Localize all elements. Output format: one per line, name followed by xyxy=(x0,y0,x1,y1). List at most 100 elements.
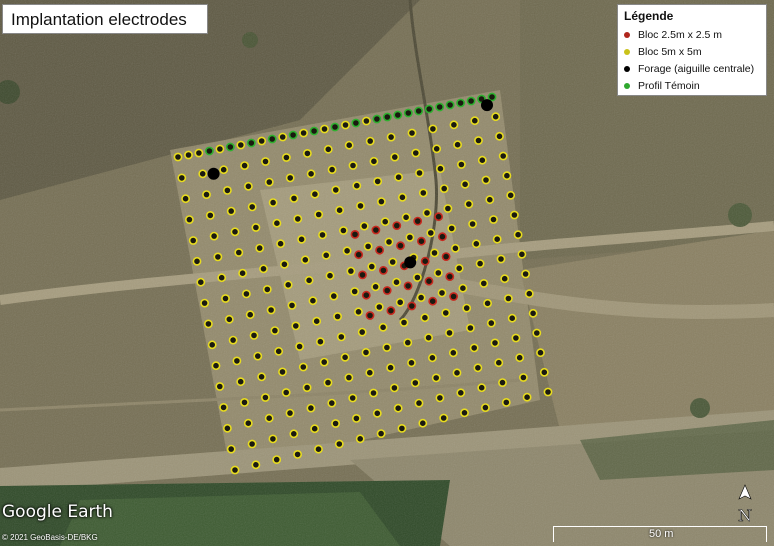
electrode-5m xyxy=(285,408,295,418)
electrode-profil-temoin xyxy=(278,132,288,142)
electrode-5m xyxy=(503,294,513,303)
electrode-5m xyxy=(458,283,468,293)
green-dot-icon xyxy=(624,82,630,89)
electrode-5m xyxy=(422,208,432,218)
electrode-5m xyxy=(270,326,280,335)
scale-bar-label: 50 m xyxy=(649,528,674,540)
electrode-5m xyxy=(264,177,274,187)
electrode-5m xyxy=(298,362,308,372)
electrode-5m xyxy=(513,230,523,240)
electrode-5m xyxy=(323,378,333,387)
electrode-2-5m xyxy=(420,256,430,266)
electrode-5m xyxy=(418,188,428,198)
electrode-5m xyxy=(372,408,382,418)
electrode-5m xyxy=(522,392,532,402)
electrode-5m xyxy=(475,259,485,268)
electrode-2-5m xyxy=(428,296,438,306)
electrode-5m xyxy=(314,210,324,219)
electrode-5m xyxy=(219,165,229,175)
electrode-5m xyxy=(272,455,282,464)
electrode-5m xyxy=(340,352,350,362)
electrode-5m xyxy=(196,277,206,287)
electrode-profil-temoin xyxy=(341,120,350,130)
electrode-2-5m xyxy=(396,241,405,251)
electrode-5m xyxy=(454,263,464,273)
electrode-5m xyxy=(411,148,421,158)
map-view[interactable]: Implantation electrodes Légende Bloc 2.5… xyxy=(0,0,774,546)
electrode-5m xyxy=(241,289,251,299)
electrode-profil-temoin xyxy=(361,116,371,126)
electrode-5m xyxy=(395,297,405,307)
electrode-5m xyxy=(238,268,247,278)
electrode-5m xyxy=(464,199,474,209)
electrode-5m xyxy=(415,168,424,178)
forage-borehole xyxy=(404,256,417,269)
legend-item-bloc-5m: Bloc 5m x 5m xyxy=(624,43,760,60)
electrode-5m xyxy=(293,449,302,459)
north-label: N xyxy=(738,506,752,525)
electrode-5m xyxy=(448,348,458,358)
electrode-5m xyxy=(420,313,430,323)
electrode-5m xyxy=(181,194,190,204)
electrode-2-5m xyxy=(434,212,443,222)
electrode-5m xyxy=(376,197,386,206)
electrode-profil-temoin xyxy=(204,146,214,156)
electrode-5m xyxy=(430,248,439,258)
electrode-5m xyxy=(510,210,519,220)
electrode-5m xyxy=(367,262,377,271)
electrode-5m xyxy=(348,393,358,403)
electrode-5m xyxy=(355,434,365,444)
electrode-5m xyxy=(285,173,295,183)
electrode-5m xyxy=(453,140,462,150)
electrode-5m xyxy=(232,356,242,366)
electrode-5m xyxy=(489,215,498,224)
electrode-5m xyxy=(338,226,348,235)
electrode-5m xyxy=(268,434,278,444)
electrode-5m xyxy=(428,124,438,134)
electrode-5m xyxy=(515,353,525,363)
electrode-5m xyxy=(376,429,386,438)
electrode-5m xyxy=(369,156,379,166)
electrode-5m xyxy=(266,305,276,315)
electrode-2-5m xyxy=(424,276,434,286)
electrode-2-5m xyxy=(392,221,402,230)
electrode-5m xyxy=(278,367,287,377)
electrode-5m xyxy=(302,383,312,392)
electrode-5m xyxy=(374,302,384,312)
electrode-5m xyxy=(247,202,257,212)
electrode-5m xyxy=(203,319,213,329)
electrode-5m xyxy=(394,172,403,182)
electrode-5m xyxy=(329,291,339,301)
electrode-5m xyxy=(471,239,481,249)
electrode-5m xyxy=(441,308,451,318)
electrode-profil-temoin xyxy=(435,102,445,112)
electrode-5m xyxy=(302,148,312,158)
electrode-5m xyxy=(496,254,506,264)
electrode-5m xyxy=(209,231,219,241)
yellow-dot-icon xyxy=(624,48,630,55)
electrode-5m xyxy=(306,169,316,179)
electrode-5m xyxy=(462,303,472,313)
electrode-profil-temoin xyxy=(393,110,403,120)
electrode-5m xyxy=(498,151,508,161)
electrode-5m xyxy=(407,128,417,138)
electrode-5m xyxy=(289,429,299,439)
electrode-profil-temoin xyxy=(414,106,424,116)
electrode-profil-temoin xyxy=(382,112,392,122)
electrode-5m xyxy=(365,136,375,146)
electrode-5m xyxy=(240,397,249,407)
electrode-profil-temoin xyxy=(267,134,277,144)
electrode-5m xyxy=(456,160,466,169)
electrode-5m xyxy=(363,241,373,251)
electrode-profil-temoin xyxy=(288,130,298,140)
electrode-5m xyxy=(536,348,545,358)
electrode-5m xyxy=(348,161,358,170)
electrode-2-5m xyxy=(382,286,392,295)
electrode-5m xyxy=(327,165,337,174)
electrode-5m xyxy=(293,214,303,224)
electrode-5m xyxy=(251,460,261,470)
electrode-5m xyxy=(359,221,369,231)
electrode-5m xyxy=(519,373,528,382)
electrode-5m xyxy=(452,368,462,378)
electrode-5m xyxy=(494,358,504,368)
